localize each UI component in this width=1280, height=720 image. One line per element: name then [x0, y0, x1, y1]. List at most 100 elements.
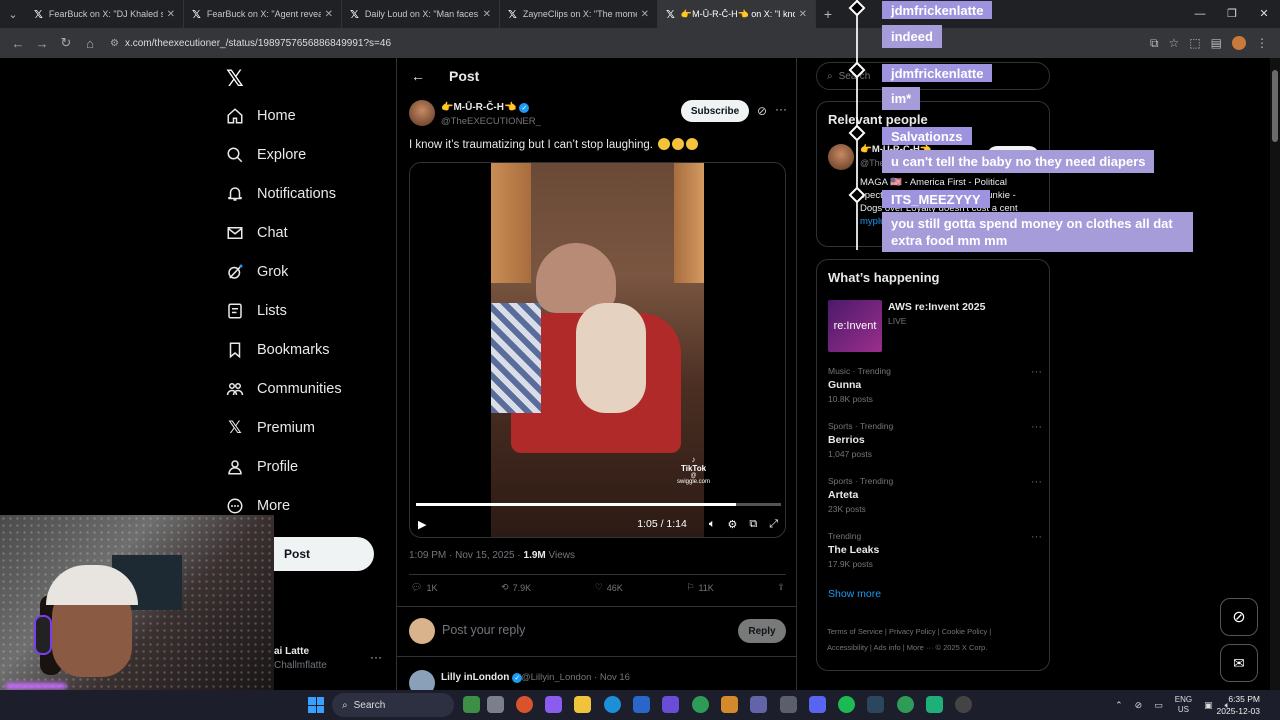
- reply-post[interactable]: Lilly inLondon ✓ @Lillyin_London · Nov 16: [409, 668, 786, 690]
- reply-input[interactable]: Post your reply: [442, 623, 525, 637]
- nav-profile[interactable]: Profile: [226, 452, 298, 482]
- new-tab-button[interactable]: +: [816, 6, 840, 22]
- back-button[interactable]: ←: [6, 36, 30, 51]
- account-name[interactable]: ai Latte: [274, 646, 309, 657]
- account-more-icon[interactable]: ···: [370, 650, 382, 664]
- profile-avatar[interactable]: [1232, 36, 1246, 50]
- author-handle[interactable]: @TheEXECUTIONER_: [441, 116, 541, 127]
- network-off-icon[interactable]: ⊘: [1135, 700, 1143, 711]
- grok-floating-button[interactable]: ⊘: [1220, 598, 1258, 636]
- volume-icon[interactable]: 🔈︎: [709, 518, 716, 531]
- app-icon[interactable]: [926, 696, 943, 713]
- reply-author-name[interactable]: Lilly inLondon ✓: [441, 672, 523, 683]
- trend-item[interactable]: Trending The Leaks 17.9K posts ···: [828, 531, 1042, 571]
- grok-icon[interactable]: ⊘: [757, 104, 767, 118]
- trend-item[interactable]: Sports · Trending Arteta 23K posts ···: [828, 476, 1042, 516]
- fullscreen-icon[interactable]: ⤢: [769, 518, 778, 531]
- more-options-icon[interactable]: ···: [1031, 531, 1042, 543]
- settings-icon[interactable]: ⚙: [727, 518, 737, 531]
- app-icon[interactable]: [633, 696, 650, 713]
- spotify-icon[interactable]: [838, 696, 855, 713]
- app-icon[interactable]: [545, 696, 562, 713]
- site-info-icon[interactable]: ⚙: [110, 38, 119, 49]
- messages-floating-button[interactable]: ✉: [1220, 644, 1258, 682]
- nav-explore[interactable]: Explore: [226, 140, 306, 170]
- close-icon[interactable]: ✕: [483, 9, 491, 20]
- close-icon[interactable]: ✕: [167, 9, 175, 20]
- browser-tab-4[interactable]: 𝕏 ZayneClips on X: "The moment ✕: [500, 0, 658, 28]
- more-options-icon[interactable]: ···: [1031, 421, 1042, 433]
- reply-button[interactable]: Reply: [738, 619, 786, 643]
- app-icon[interactable]: [662, 696, 679, 713]
- url-field[interactable]: ⚙ x.com/theexecutioner_/status/1989757656…: [110, 32, 1090, 54]
- trend-item[interactable]: Music · Trending Gunna 10.8K posts ···: [828, 366, 1042, 406]
- event-thumbnail[interactable]: re:Invent: [828, 300, 882, 352]
- author-name[interactable]: 👉M-Ū-R-Č-H👈 ✓: [441, 102, 530, 113]
- scrollbar-thumb[interactable]: [1272, 70, 1278, 142]
- pip-icon[interactable]: ⧉: [749, 518, 757, 531]
- browser-tab-5[interactable]: 𝕏 👉M-Ū-R-Č-H👈 on X: "I know ✕: [658, 0, 816, 28]
- nav-lists[interactable]: Lists: [226, 296, 287, 326]
- avatar[interactable]: [828, 144, 854, 170]
- folder-icon[interactable]: ▭: [1154, 700, 1163, 711]
- nav-grok[interactable]: Grok: [226, 257, 288, 287]
- bookmark-action[interactable]: ⚐ 11K: [686, 582, 713, 593]
- nav-bookmarks[interactable]: Bookmarks: [226, 335, 330, 365]
- avatar[interactable]: [409, 100, 435, 126]
- star-icon[interactable]: ☆: [1169, 36, 1180, 50]
- tab-search-button[interactable]: ⌄: [0, 0, 26, 28]
- x-logo-icon[interactable]: 𝕏: [226, 66, 244, 92]
- video-progress-bar[interactable]: [416, 503, 781, 506]
- chrome-icon[interactable]: [692, 696, 709, 713]
- close-window-button[interactable]: ✕: [1248, 0, 1280, 28]
- teams-icon[interactable]: [750, 696, 767, 713]
- subscribe-button[interactable]: Subscribe: [681, 100, 749, 122]
- back-arrow-icon[interactable]: ←: [411, 68, 425, 84]
- nav-communities[interactable]: Communities: [226, 374, 342, 404]
- play-icon[interactable]: ▶: [418, 518, 426, 531]
- browser-tab-2[interactable]: 𝕏 FearBuck on X: "Agent reveals t ✕: [184, 0, 342, 28]
- event-title[interactable]: AWS re:Invent 2025: [888, 301, 985, 313]
- app-icon[interactable]: [780, 696, 797, 713]
- browser-tab-3[interactable]: 𝕏 Daily Loud on X: "Man faces hi ✕: [342, 0, 500, 28]
- language-indicator[interactable]: ENG US: [1175, 695, 1192, 715]
- close-icon[interactable]: ✕: [641, 9, 649, 20]
- display-icon[interactable]: ▣: [1204, 700, 1213, 711]
- share-icon[interactable]: ⇪: [777, 582, 785, 593]
- obs-icon[interactable]: [955, 696, 972, 713]
- more-options-icon[interactable]: ···: [1031, 476, 1042, 488]
- more-options-icon[interactable]: ···: [775, 102, 787, 116]
- footer-links[interactable]: Accessibility | Ads info | More ··· © 20…: [827, 643, 987, 652]
- footer-links[interactable]: Terms of Service | Privacy Policy | Cook…: [827, 627, 991, 636]
- minimize-button[interactable]: —: [1184, 0, 1216, 28]
- nav-notifications[interactable]: Notifications: [226, 179, 336, 209]
- discord-icon[interactable]: [809, 696, 826, 713]
- taskbar-search[interactable]: ⌕ Search: [332, 693, 454, 717]
- file-explorer-icon[interactable]: [574, 696, 591, 713]
- chrome-icon[interactable]: [897, 696, 914, 713]
- nav-premium[interactable]: 𝕏 Premium: [226, 413, 315, 443]
- browser-tab-1[interactable]: 𝕏 FearBuck on X: "DJ Khaled show ✕: [26, 0, 184, 28]
- avatar[interactable]: [409, 670, 435, 690]
- more-options-icon[interactable]: ···: [1031, 366, 1042, 378]
- nav-chat[interactable]: Chat: [226, 218, 288, 248]
- reload-button[interactable]: ↻: [54, 35, 78, 51]
- steam-icon[interactable]: [867, 696, 884, 713]
- system-clock[interactable]: 6:35 PM 2025-12-03: [1217, 693, 1260, 717]
- home-button[interactable]: ⌂: [78, 36, 102, 51]
- repost-action[interactable]: ⟲ 7.9K: [501, 582, 531, 593]
- install-app-icon[interactable]: ⧉: [1150, 36, 1159, 51]
- trend-item[interactable]: Sports · Trending Berrios 1,047 posts ··…: [828, 421, 1042, 461]
- show-more-link[interactable]: Show more: [828, 588, 881, 600]
- edge-icon[interactable]: [604, 696, 621, 713]
- chevron-up-icon[interactable]: ⌃: [1115, 700, 1123, 711]
- menu-icon[interactable]: ⋮: [1256, 36, 1268, 50]
- reply-action[interactable]: 💬︎ 1K: [411, 582, 437, 593]
- video-player[interactable]: ♪ TikTok @ swiggle.com ▶ 1:05 / 1:14 🔈︎ ⚙ …: [409, 162, 786, 538]
- close-icon[interactable]: ✕: [799, 9, 807, 20]
- task-view-icon[interactable]: [487, 696, 504, 713]
- forward-button[interactable]: →: [30, 36, 54, 51]
- extensions-icon[interactable]: ⬚: [1189, 36, 1200, 50]
- windows-start-icon[interactable]: [308, 697, 324, 713]
- post-timestamp[interactable]: 1:09 PM · Nov 15, 2025 ·: [409, 550, 524, 561]
